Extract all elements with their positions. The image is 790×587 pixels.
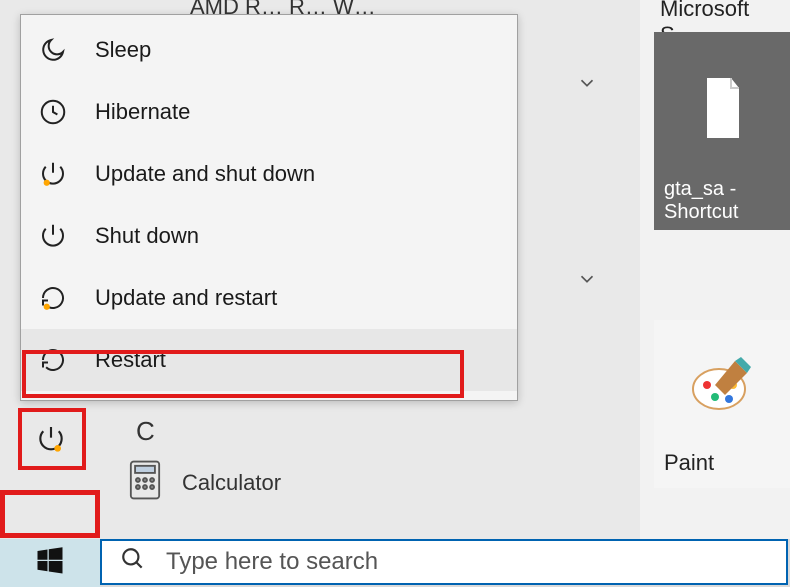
menu-item-update-shutdown[interactable]: Update and shut down <box>21 143 517 205</box>
menu-item-shutdown[interactable]: Shut down <box>21 205 517 267</box>
search-icon <box>120 546 146 579</box>
chevron-down-icon[interactable] <box>576 268 598 295</box>
search-placeholder: Type here to search <box>166 548 378 576</box>
power-options-menu: Sleep Hibernate Update and shut down <box>20 14 518 401</box>
app-label: Calculator <box>182 470 281 496</box>
power-update-icon <box>33 154 73 194</box>
file-icon <box>699 78 747 144</box>
app-list-item-calculator[interactable]: Calculator <box>128 460 281 506</box>
restart-icon <box>33 340 73 380</box>
paint-palette-icon <box>691 355 753 419</box>
menu-label: Restart <box>95 347 166 373</box>
tile-label: gta_sa - Shortcut <box>664 178 782 224</box>
taskbar-search[interactable]: Type here to search <box>100 539 788 585</box>
menu-label: Shut down <box>95 223 199 249</box>
menu-item-sleep[interactable]: Sleep <box>21 19 517 81</box>
windows-logo-icon <box>35 546 65 581</box>
power-icon <box>33 216 73 256</box>
clock-icon <box>33 92 73 132</box>
menu-item-update-restart[interactable]: Update and restart <box>21 267 517 329</box>
menu-item-restart[interactable]: Restart <box>21 329 517 391</box>
moon-icon <box>33 30 73 70</box>
menu-label: Update and restart <box>95 285 277 311</box>
tile-gta-shortcut[interactable]: gta_sa - Shortcut <box>654 32 790 230</box>
start-button[interactable] <box>0 539 100 587</box>
menu-label: Sleep <box>95 37 151 63</box>
tile-label: Paint <box>664 450 780 476</box>
chevron-down-icon[interactable] <box>576 72 598 99</box>
calculator-icon <box>128 460 162 506</box>
tile-paint[interactable]: Paint <box>654 320 790 488</box>
menu-label: Update and shut down <box>95 161 315 187</box>
menu-label: Hibernate <box>95 99 190 125</box>
restart-update-icon <box>33 278 73 318</box>
menu-item-hibernate[interactable]: Hibernate <box>21 81 517 143</box>
alpha-header-c[interactable]: C <box>136 416 155 447</box>
start-power-button[interactable] <box>30 418 72 460</box>
taskbar: Type here to search <box>0 539 790 587</box>
